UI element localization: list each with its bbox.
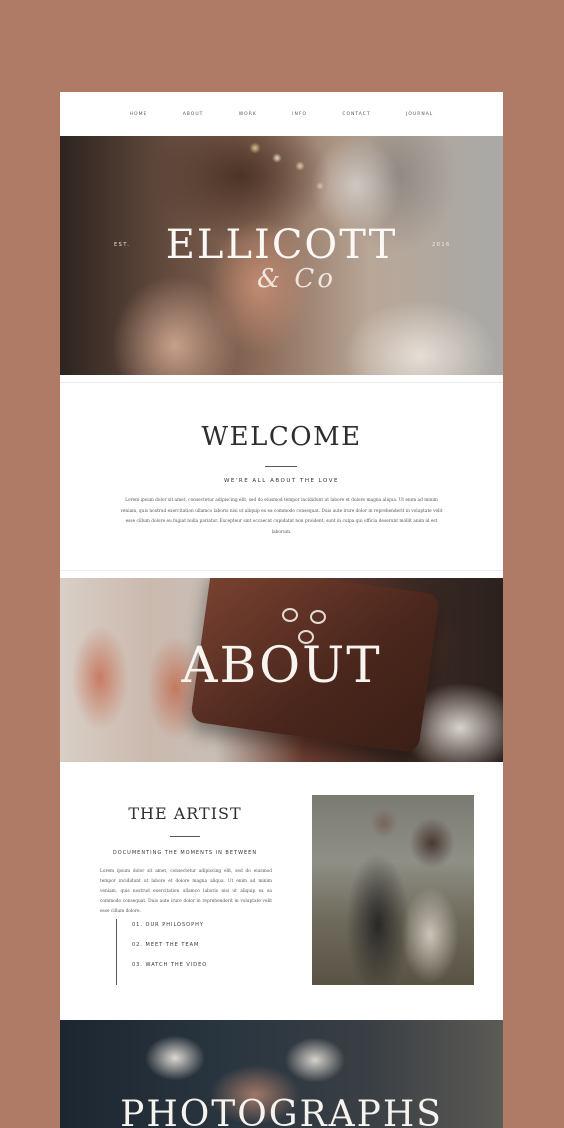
brand-logo-title: ELLICOTT — [165, 222, 398, 268]
artist-title: THE ARTIST — [128, 804, 242, 823]
about-title: ABOUT — [181, 636, 382, 694]
artist-tagline: DOCUMENTING THE MOMENTS IN BETWEEN — [112, 850, 258, 856]
website-mockup: HOME ABOUT WORK INFO CONTACT JOURNAL EST… — [60, 92, 503, 1128]
nav-about[interactable]: ABOUT — [183, 112, 204, 117]
artist-section: THE ARTIST DOCUMENTING THE MOMENTS IN BE… — [60, 762, 503, 1020]
link-meet-the-team[interactable]: 02. MEET THE TEAM — [132, 942, 199, 948]
couple-photo — [312, 795, 474, 985]
nav-home[interactable]: HOME — [130, 112, 148, 117]
welcome-body: Lorem ipsum dolor sit amet, consectetur … — [120, 498, 443, 535]
nav-work[interactable]: WORK — [239, 112, 257, 117]
nav-contact[interactable]: CONTACT — [342, 112, 370, 117]
nav-info[interactable]: INFO — [292, 112, 307, 117]
hero-photo-hairpiece — [225, 136, 345, 206]
about-photo-ring — [282, 608, 298, 622]
welcome-section: WELCOME WE'RE ALL ABOUT THE LOVE Lorem i… — [60, 384, 503, 570]
photographs-banner[interactable]: PHOTOGRAPHS — [60, 1020, 503, 1128]
welcome-tagline: WE'RE ALL ABOUT THE LOVE — [223, 478, 340, 484]
nav-journal[interactable]: JOURNAL — [406, 112, 433, 117]
about-banner[interactable]: ABOUT — [60, 578, 503, 762]
photographs-title: PHOTOGRAPHS — [120, 1094, 443, 1128]
link-our-philosophy[interactable]: 01. OUR PHILOSOPHY — [132, 922, 204, 928]
artist-body: Lorem ipsum dolor sit amet, consectetur … — [100, 869, 272, 914]
link-watch-the-video[interactable]: 03. WATCH THE VIDEO — [132, 962, 207, 968]
main-nav: HOME ABOUT WORK INFO CONTACT JOURNAL — [60, 92, 503, 136]
hero-banner: EST. 2016 ELLICOTT & Co — [60, 136, 503, 375]
welcome-rule — [265, 466, 297, 467]
section-divider — [60, 382, 503, 383]
section-divider — [60, 570, 503, 571]
welcome-title: WELCOME — [201, 422, 362, 452]
brand-logo-subtitle: & Co — [257, 264, 336, 294]
artist-rule — [170, 836, 200, 837]
about-photo-ring — [310, 610, 326, 624]
links-accent-line — [116, 919, 117, 985]
